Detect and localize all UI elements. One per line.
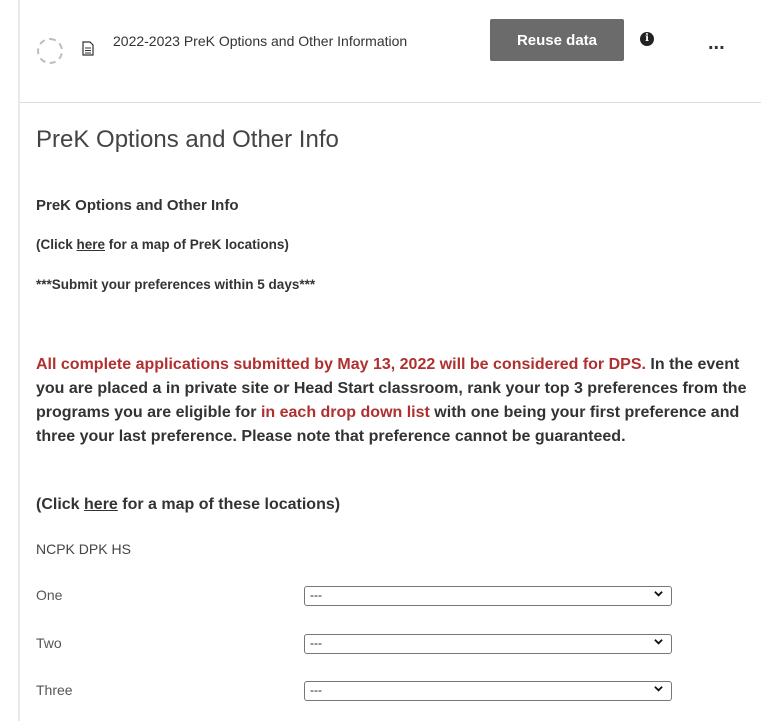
left-border bbox=[18, 0, 20, 721]
document-icon bbox=[82, 41, 94, 56]
preference-three-label: Three bbox=[36, 682, 73, 698]
submit-reminder: ***Submit your preferences within 5 days… bbox=[36, 277, 316, 292]
locations-map-suffix: for a map of these locations) bbox=[117, 496, 341, 513]
reuse-data-button[interactable]: Reuse data bbox=[490, 19, 624, 61]
prek-map-line: (Click here for a map of PreK locations) bbox=[36, 237, 289, 252]
notice-deadline: All complete applications submitted by M… bbox=[36, 356, 646, 373]
programs-label: NCPK DPK HS bbox=[36, 541, 131, 557]
notice-paragraph: All complete applications submitted by M… bbox=[36, 353, 754, 449]
chevron-down-icon bbox=[654, 591, 663, 597]
prek-map-link[interactable]: here bbox=[77, 237, 106, 252]
preference-one-value: --- bbox=[310, 588, 322, 602]
prek-map-suffix: for a map of PreK locations) bbox=[105, 237, 289, 252]
preference-two-label: Two bbox=[36, 635, 62, 651]
preference-one-label: One bbox=[36, 587, 63, 603]
preference-three-value: --- bbox=[310, 683, 322, 697]
chevron-down-icon bbox=[654, 686, 663, 692]
preference-two-select[interactable]: --- bbox=[304, 634, 672, 654]
app-frame: 2022-2023 PreK Options and Other Informa… bbox=[0, 0, 761, 721]
status-ring-icon[interactable] bbox=[37, 38, 63, 64]
info-glyph: i bbox=[645, 33, 649, 44]
document-header: 2022-2023 PreK Options and Other Informa… bbox=[20, 0, 761, 103]
locations-map-prefix: (Click bbox=[36, 496, 85, 513]
chevron-down-icon bbox=[654, 639, 663, 645]
page-title: PreK Options and Other Info bbox=[36, 126, 339, 153]
notice-dropdown-emphasis: in each drop down list bbox=[260, 404, 430, 421]
preference-two-value: --- bbox=[310, 636, 322, 650]
locations-map-link[interactable]: here bbox=[84, 496, 118, 513]
preference-one-select[interactable]: --- bbox=[304, 586, 672, 606]
document-title: 2022-2023 PreK Options and Other Informa… bbox=[113, 33, 408, 49]
preference-three-select[interactable]: --- bbox=[304, 681, 672, 701]
info-icon[interactable]: i bbox=[640, 32, 654, 46]
more-icon[interactable]: ... bbox=[708, 33, 725, 53]
prek-map-prefix: (Click bbox=[36, 237, 77, 252]
locations-map-line: (Click here for a map of these locations… bbox=[36, 496, 340, 514]
section-heading: PreK Options and Other Info bbox=[36, 197, 239, 214]
